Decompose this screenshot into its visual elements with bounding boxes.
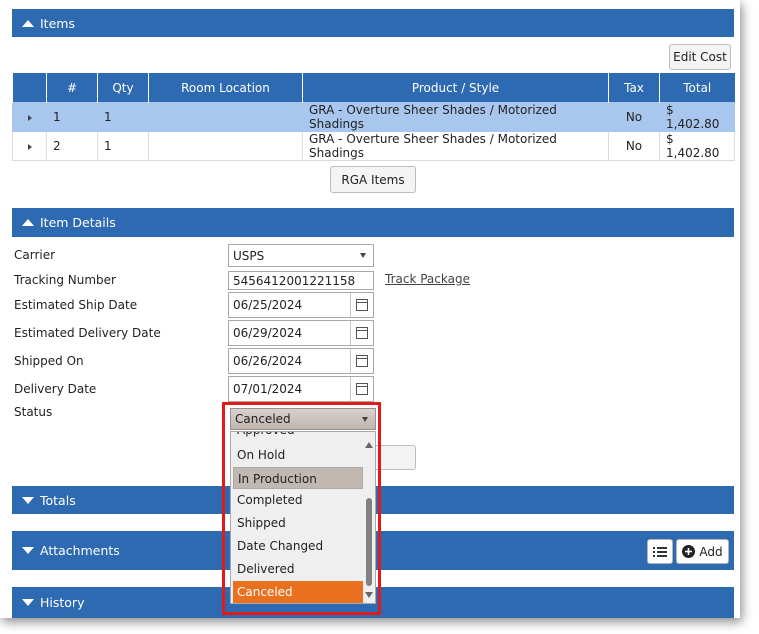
row-room [148, 131, 303, 161]
shipped-on-value: 06/26/2024 [233, 354, 303, 368]
caret-right-icon[interactable] [27, 115, 32, 121]
delivery-date-value: 07/01/2024 [233, 382, 303, 396]
shipped-on-field[interactable]: 06/26/2024 [228, 348, 374, 374]
rga-items-button[interactable]: RGA Items [330, 166, 416, 193]
totals-section-title: Totals [40, 492, 76, 508]
calendar-button[interactable] [350, 349, 373, 373]
track-package-link[interactable]: Track Package [385, 272, 470, 286]
header-tax[interactable]: Tax [608, 73, 660, 103]
calendar-icon [356, 383, 368, 395]
calendar-icon [356, 299, 368, 311]
header-room-location[interactable]: Room Location [148, 73, 303, 103]
status-label: Status [14, 405, 53, 419]
row-qty: 1 [97, 131, 149, 161]
items-table: # Qty Room Location Product / Style Tax … [12, 73, 735, 161]
edit-cost-button[interactable]: Edit Cost [669, 44, 731, 70]
caret-down-icon [22, 496, 34, 504]
caret-up-icon [22, 19, 34, 27]
row-qty: 1 [97, 102, 149, 132]
calendar-button[interactable] [350, 377, 373, 401]
caret-down-icon [22, 547, 34, 554]
row-product: GRA - Overture Sheer Shades / Motorized … [302, 131, 609, 161]
estimated-delivery-date-field[interactable]: 06/29/2024 [228, 320, 374, 346]
calendar-button[interactable] [350, 321, 373, 345]
header-qty[interactable]: Qty [97, 73, 149, 103]
caret-right-icon[interactable] [27, 144, 32, 150]
chevron-down-icon [360, 253, 366, 258]
calendar-icon [356, 327, 368, 339]
tracking-number-value: 5456412001221158 [233, 273, 356, 288]
estimated-delivery-date-label: Estimated Delivery Date [14, 326, 161, 340]
table-header-row: # Qty Room Location Product / Style Tax … [12, 73, 735, 103]
attachments-section-title: Attachments [40, 543, 120, 558]
row-total: $ 1,402.80 [659, 102, 735, 132]
carrier-label: Carrier [14, 248, 56, 262]
items-section-header[interactable]: Items [12, 9, 734, 37]
estimated-ship-date-field[interactable]: 06/25/2024 [228, 292, 374, 318]
row-room [148, 102, 303, 132]
delivery-date-field[interactable]: 07/01/2024 [228, 376, 374, 402]
tracking-number-input[interactable]: 5456412001221158 [228, 271, 374, 290]
header-total[interactable]: Total [659, 73, 735, 103]
carrier-select[interactable]: USPS [228, 244, 374, 267]
row-product: GRA - Overture Sheer Shades / Motorized … [302, 102, 609, 132]
estimated-delivery-date-value: 06/29/2024 [233, 326, 303, 340]
row-total: $ 1,402.80 [659, 131, 735, 161]
item-details-section-title: Item Details [40, 215, 116, 230]
history-section-title: History [40, 595, 85, 610]
table-row[interactable]: 2 1 GRA - Overture Sheer Shades / Motori… [12, 131, 735, 161]
estimated-ship-date-value: 06/25/2024 [233, 298, 303, 312]
calendar-button[interactable] [350, 293, 373, 317]
row-tax: No [608, 131, 660, 161]
caret-up-icon [22, 219, 34, 226]
row-tax: No [608, 102, 660, 132]
plus-circle-icon [682, 545, 696, 558]
estimated-ship-date-label: Estimated Ship Date [14, 298, 138, 312]
tracking-number-label: Tracking Number [14, 273, 116, 287]
header-expand [12, 73, 47, 103]
item-details-section-header[interactable]: Item Details [12, 208, 734, 237]
header-number[interactable]: # [46, 73, 98, 103]
list-view-button[interactable] [647, 539, 673, 564]
highlight-box [222, 402, 381, 615]
caret-down-icon [22, 599, 34, 606]
add-attachment-button[interactable]: Add [676, 539, 729, 564]
calendar-icon [356, 355, 368, 367]
shipped-on-label: Shipped On [14, 354, 84, 368]
delivery-date-label: Delivery Date [14, 382, 97, 396]
table-row[interactable]: 1 1 GRA - Overture Sheer Shades / Motori… [12, 102, 735, 132]
order-panel: Items Edit Cost # Qty Room Location Prod… [0, 0, 740, 618]
row-number: 2 [46, 131, 98, 161]
items-section-title: Items [40, 15, 75, 31]
row-number: 1 [46, 102, 98, 132]
header-product-style[interactable]: Product / Style [302, 73, 609, 103]
carrier-value: USPS [233, 248, 265, 263]
list-icon [653, 546, 667, 557]
add-label: Add [699, 544, 723, 559]
